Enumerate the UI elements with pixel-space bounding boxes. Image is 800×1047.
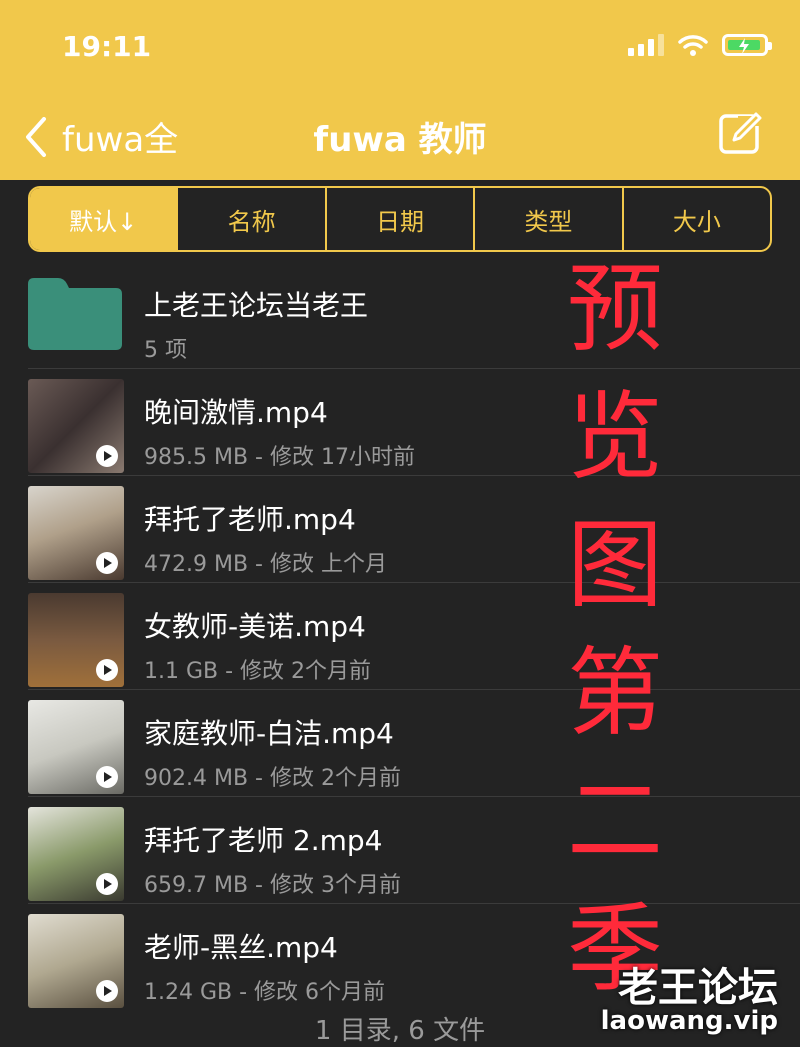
sort-tab-type[interactable]: 类型 <box>473 188 621 250</box>
item-name: 拜托了老师.mp4 <box>144 503 356 536</box>
back-button-label: fuwa全 <box>62 120 179 160</box>
play-icon <box>96 552 118 574</box>
item-meta: 1.24 GB - 修改 6个月前 <box>144 980 386 1005</box>
video-thumbnail <box>28 914 124 1008</box>
sort-tab-name[interactable]: 名称 <box>176 188 324 250</box>
list-item-video[interactable]: 家庭教师-白洁.mp4 902.4 MB - 修改 2个月前 <box>28 690 800 797</box>
video-thumbnail <box>28 379 124 473</box>
cellular-signal-icon <box>628 34 664 56</box>
wifi-icon <box>678 35 708 56</box>
item-meta: 902.4 MB - 修改 2个月前 <box>144 766 401 791</box>
item-name: 晚间激情.mp4 <box>144 396 328 429</box>
edit-square-icon[interactable] <box>718 110 764 156</box>
list-item-video[interactable]: 晚间激情.mp4 985.5 MB - 修改 17小时前 <box>28 369 800 476</box>
item-meta: 985.5 MB - 修改 17小时前 <box>144 445 415 470</box>
watermark-url: laowang.vip <box>600 1006 778 1036</box>
list-item-video[interactable]: 女教师-美诺.mp4 1.1 GB - 修改 2个月前 <box>28 583 800 690</box>
play-icon <box>96 445 118 467</box>
list-item-folder[interactable]: 上老王论坛当老王 5 项 <box>28 262 800 369</box>
status-icons <box>628 34 772 56</box>
sort-tab-size[interactable]: 大小 <box>621 188 770 250</box>
back-button[interactable]: fuwa全 <box>24 112 178 161</box>
navigation-header: 19:11 fuwa全 fuwa 教师 <box>0 0 800 180</box>
folder-icon <box>28 278 122 350</box>
item-name: 老师-黑丝.mp4 <box>144 931 338 964</box>
item-meta: 5 项 <box>144 338 187 363</box>
status-time: 19:11 <box>62 30 152 63</box>
overlay-char: 第 <box>567 637 663 749</box>
video-thumbnail <box>28 807 124 901</box>
item-meta: 659.7 MB - 修改 3个月前 <box>144 873 401 898</box>
file-list: 上老王论坛当老王 5 项 晚间激情.mp4 985.5 MB - 修改 17小时… <box>0 262 800 1010</box>
item-meta: 472.9 MB - 修改 上个月 <box>144 552 387 577</box>
item-name: 女教师-美诺.mp4 <box>144 610 366 643</box>
video-thumbnail <box>28 486 124 580</box>
video-thumbnail <box>28 700 124 794</box>
item-meta: 1.1 GB - 修改 2个月前 <box>144 659 372 684</box>
overlay-char: 预 <box>567 253 663 365</box>
watermark-name: 老王论坛 <box>618 965 778 1011</box>
list-item-video[interactable]: 拜托了老师 2.mp4 659.7 MB - 修改 3个月前 <box>28 797 800 904</box>
sort-tab-date[interactable]: 日期 <box>324 188 473 250</box>
overlay-char: 览 <box>567 381 663 493</box>
play-icon <box>96 659 118 681</box>
play-icon <box>96 980 118 1002</box>
video-thumbnail <box>28 593 124 687</box>
chevron-left-icon <box>26 116 46 157</box>
sort-segmented-control: 默认↓ 名称 日期 类型 大小 <box>28 186 772 252</box>
play-icon <box>96 766 118 788</box>
overlay-char: 图 <box>567 509 663 621</box>
battery-charging-icon <box>722 34 772 56</box>
item-name: 上老王论坛当老王 <box>144 289 369 322</box>
sort-tab-default[interactable]: 默认↓ <box>30 188 177 250</box>
item-name: 家庭教师-白洁.mp4 <box>144 717 394 750</box>
overlay-caption: 预 览 图 第 二 季 <box>560 245 670 1013</box>
overlay-char: 二 <box>567 765 663 877</box>
item-name: 拜托了老师 2.mp4 <box>144 824 383 857</box>
play-icon <box>96 873 118 895</box>
list-item-video[interactable]: 拜托了老师.mp4 472.9 MB - 修改 上个月 <box>28 476 800 583</box>
